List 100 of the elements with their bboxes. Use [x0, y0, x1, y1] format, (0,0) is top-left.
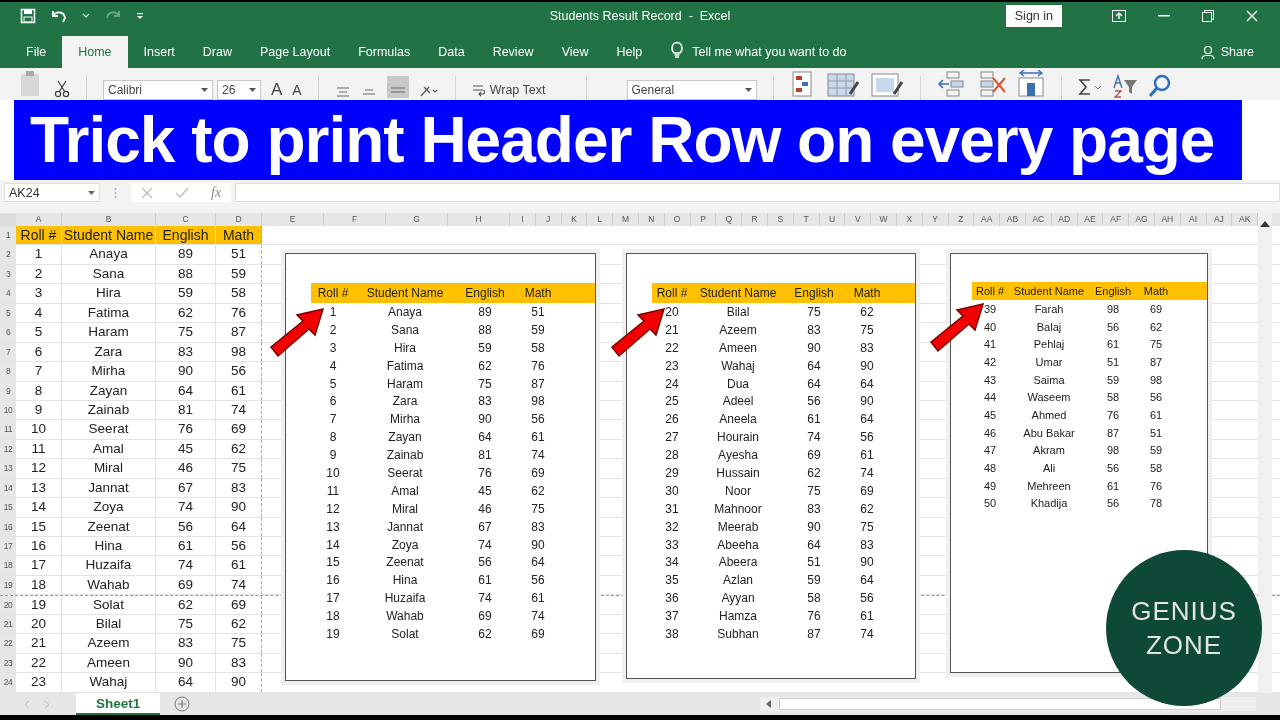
column-header[interactable]: J	[535, 213, 562, 226]
scroll-up-icon[interactable]	[1260, 221, 1270, 227]
caret-icon[interactable]	[82, 13, 90, 19]
column-header[interactable]: Q	[716, 213, 743, 226]
ribbon-display-icon[interactable]	[1112, 10, 1126, 22]
column-header[interactable]: I	[510, 213, 536, 226]
row-header[interactable]: 20	[0, 596, 16, 614]
row-header[interactable]: 24	[0, 673, 16, 692]
table-cell-text: 25	[664, 394, 680, 409]
share-button[interactable]: Share	[1200, 36, 1254, 68]
autosum-icon[interactable]	[1077, 78, 1102, 98]
column-header[interactable]: Z	[948, 213, 975, 226]
scroll-left-icon[interactable]	[766, 700, 771, 708]
scrollbar-thumb[interactable]	[779, 698, 1221, 710]
row-header[interactable]: 15	[0, 498, 16, 517]
grow-font-button[interactable]: A	[271, 80, 283, 100]
column-header[interactable]: W	[871, 213, 897, 226]
ribbon-tab[interactable]: Draw	[190, 36, 244, 68]
ribbon-tab[interactable]: Home	[62, 36, 128, 68]
row-header[interactable]: 11	[0, 420, 16, 439]
search-icon[interactable]	[1147, 74, 1172, 98]
column-header[interactable]: P	[690, 213, 717, 226]
orientation-icon[interactable]	[418, 84, 439, 98]
column-header[interactable]: AG	[1129, 213, 1155, 226]
ribbon-tab[interactable]: Data	[426, 36, 477, 68]
shrink-font-button[interactable]: A	[292, 80, 302, 100]
row-header[interactable]: 18	[0, 556, 16, 575]
sort-filter-icon[interactable]	[1111, 74, 1138, 98]
column-header[interactable]: AD	[1051, 213, 1078, 226]
arrow-icon	[267, 307, 327, 359]
close-icon[interactable]	[1246, 10, 1258, 22]
column-header[interactable]: AJ	[1206, 213, 1233, 226]
row-header[interactable]: 8	[0, 362, 16, 381]
grip-icon[interactable]	[114, 187, 117, 199]
row-header[interactable]: 2	[0, 245, 16, 264]
row-header[interactable]: 1	[0, 226, 16, 245]
column-header[interactable]: N	[639, 213, 665, 226]
customize-icon[interactable]	[136, 12, 144, 20]
column-header[interactable]: V	[845, 213, 872, 226]
column-header[interactable]: Y	[922, 213, 949, 226]
sheet-tab[interactable]: Sheet1	[76, 693, 161, 715]
table-cell-text: Akram	[1032, 444, 1066, 457]
column-header[interactable]: AH	[1154, 213, 1181, 226]
column-header[interactable]: AE	[1077, 213, 1104, 226]
row-header[interactable]: 17	[0, 537, 16, 556]
font-dropdown[interactable]: Calibri	[103, 80, 213, 100]
restore-icon[interactable]	[1202, 10, 1214, 22]
table-cell-text: Zainab	[385, 448, 425, 463]
align-bottom-icon[interactable]	[386, 76, 409, 98]
ribbon-tab[interactable]: File	[14, 36, 59, 68]
column-header[interactable]: AI	[1180, 213, 1207, 226]
name-box[interactable]: AK24	[4, 183, 100, 202]
insert-cells-icon[interactable]	[936, 70, 967, 98]
ribbon-tab[interactable]: Help	[604, 36, 655, 68]
format-table-icon[interactable]	[825, 70, 860, 98]
column-header[interactable]: S	[767, 213, 794, 226]
scissors-icon[interactable]	[54, 80, 70, 98]
row-header[interactable]: 22	[0, 634, 16, 653]
vertical-scrollbar[interactable]	[1258, 213, 1272, 693]
font-size-dropdown[interactable]: 26	[217, 80, 261, 100]
column-header[interactable]: E	[262, 213, 324, 226]
column-header[interactable]: M	[613, 213, 639, 226]
ribbon-tab[interactable]: Page Layout	[247, 36, 343, 68]
format-cells-icon[interactable]	[1016, 70, 1045, 98]
save-icon[interactable]	[20, 8, 36, 24]
column-header[interactable]: H	[448, 213, 510, 226]
ribbon-tab[interactable]: View	[549, 36, 601, 68]
wrap-text-button[interactable]: Wrap Text	[471, 80, 546, 100]
table-cell-text: 98	[530, 394, 546, 409]
column-header[interactable]: T	[793, 213, 820, 226]
column-header[interactable]: AC	[1025, 213, 1052, 226]
row-header[interactable]: 13	[0, 459, 16, 478]
sign-in-button[interactable]: Sign in	[1005, 5, 1062, 27]
column-header[interactable]: F	[324, 213, 386, 226]
formula-field[interactable]	[235, 183, 1280, 202]
tell-me-search[interactable]: Tell me what you want to do	[692, 36, 847, 68]
undo-icon[interactable]	[50, 8, 68, 24]
add-sheet-icon[interactable]	[174, 696, 191, 712]
column-header[interactable]: L	[587, 213, 614, 226]
column-header[interactable]: X	[896, 213, 923, 226]
ribbon-tab[interactable]: Formulas	[346, 36, 423, 68]
table-cell-text: 48	[982, 462, 998, 475]
insert-function-button[interactable]: fx	[211, 184, 222, 201]
ribbon-tab[interactable]: Insert	[131, 36, 187, 68]
column-header[interactable]: U	[819, 213, 846, 226]
ribbon-tab[interactable]: Review	[480, 36, 546, 68]
column-header[interactable]: K	[561, 213, 588, 226]
column-header[interactable]: AF	[1103, 213, 1130, 226]
column-header[interactable]: AA	[974, 213, 1001, 226]
cell-styles-icon[interactable]	[869, 70, 904, 98]
lightbulb-icon[interactable]	[670, 41, 685, 59]
row-header[interactable]: 6	[0, 323, 16, 342]
column-header[interactable]: O	[664, 213, 691, 226]
table-cell-text: 18	[325, 609, 341, 624]
column-header[interactable]: R	[742, 213, 768, 226]
column-header[interactable]: AB	[1000, 213, 1026, 226]
column-header[interactable]: G	[386, 213, 448, 226]
number-format-dropdown[interactable]: General	[626, 80, 757, 100]
row-header[interactable]: 4	[0, 284, 16, 303]
horizontal-scrollbar[interactable]	[760, 697, 1256, 711]
